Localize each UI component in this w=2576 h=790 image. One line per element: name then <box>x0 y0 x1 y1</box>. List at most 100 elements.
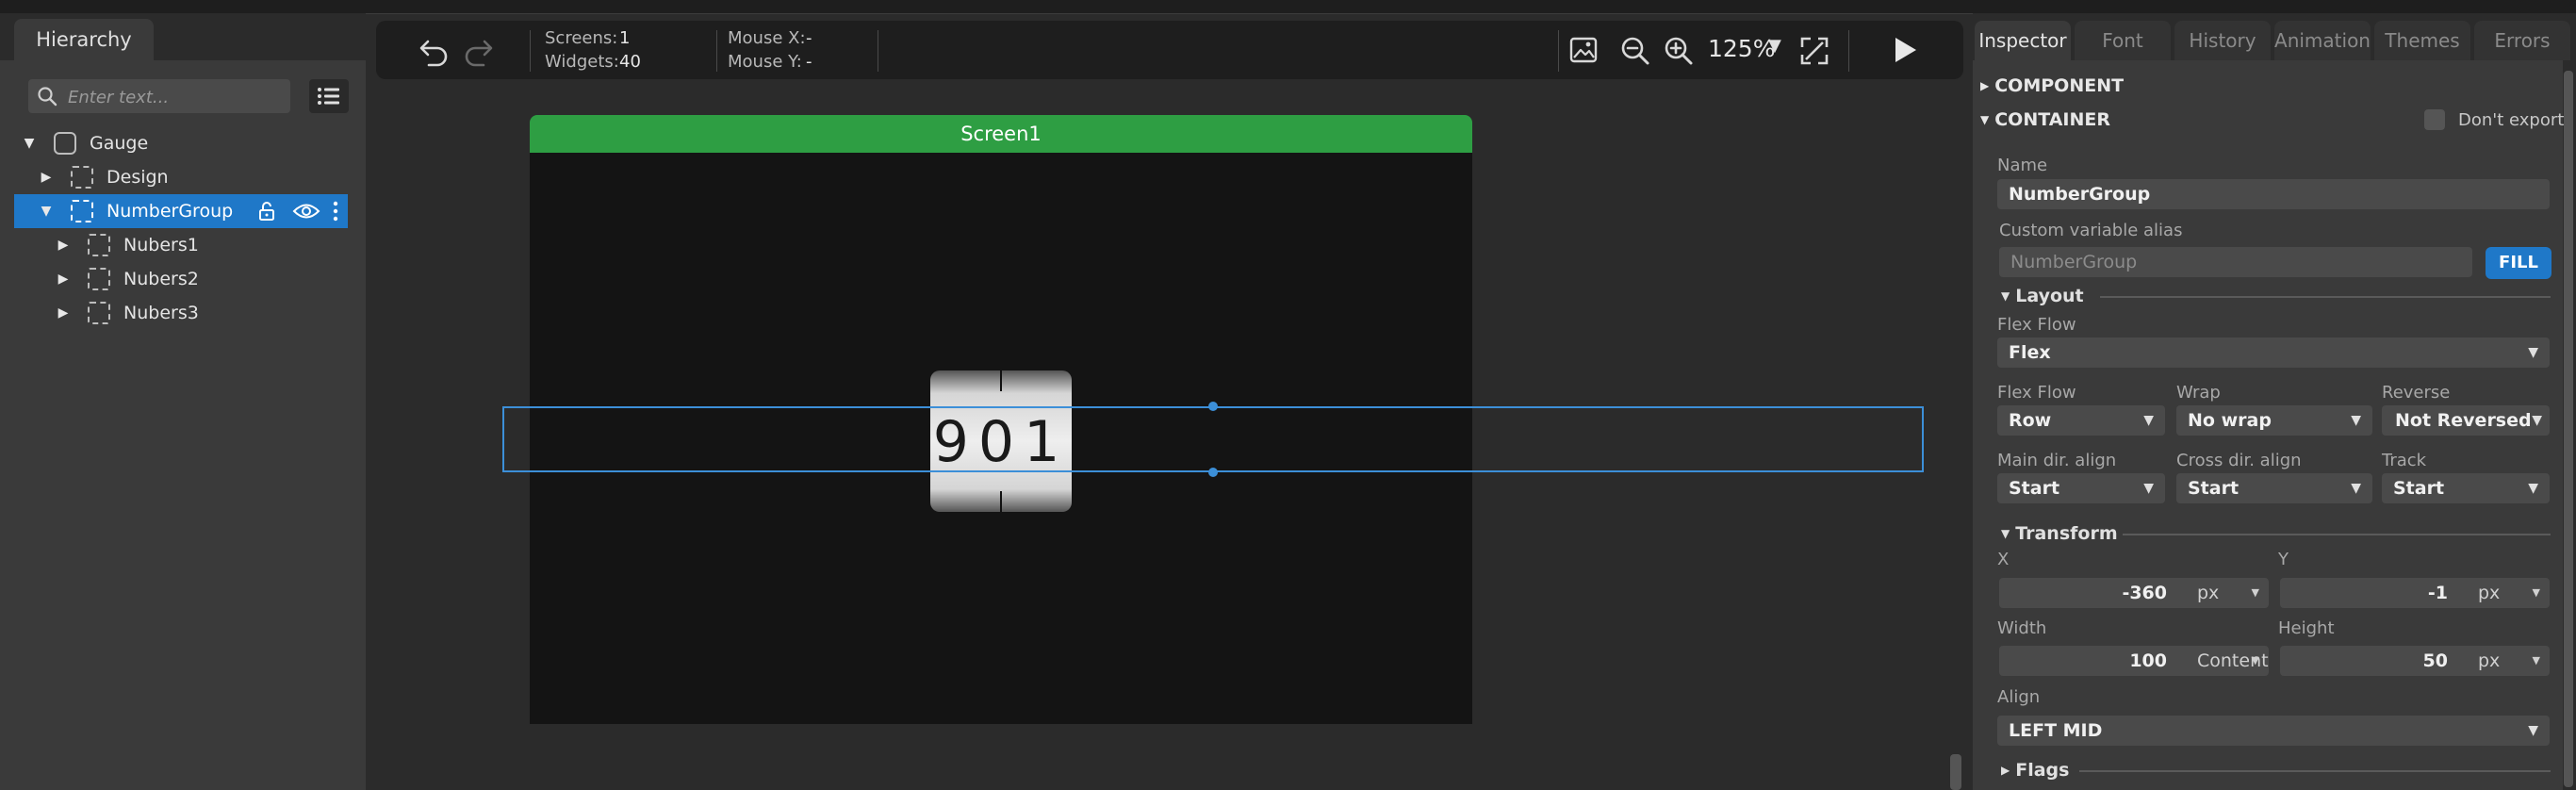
wrap-select[interactable]: No wrap ▼ <box>2176 405 2372 436</box>
section-divider <box>2100 296 2551 298</box>
cross-align-label: Cross dir. align <box>2176 451 2302 470</box>
track-label: Track <box>2382 451 2427 470</box>
height-input[interactable]: 50 px ▼ <box>2280 646 2550 676</box>
tree-item-nubers1[interactable]: ▶ Nubers1 <box>14 228 348 262</box>
list-view-button[interactable] <box>309 79 349 113</box>
resize-handle-top[interactable] <box>1208 402 1218 411</box>
zoom-in-icon[interactable] <box>1662 34 1696 68</box>
tree-item-nubers2[interactable]: ▶ Nubers2 <box>14 262 348 296</box>
tab-themes[interactable]: Themes <box>2374 21 2470 60</box>
select-value: Start <box>2009 478 2060 499</box>
y-input[interactable]: -1 px ▼ <box>2280 578 2550 608</box>
tree-item-nubers3[interactable]: ▶ Nubers3 <box>14 296 348 330</box>
expand-arrow-icon[interactable]: ▼ <box>20 126 39 160</box>
section-title: Transform <box>2015 523 2118 544</box>
zoom-dropdown-icon[interactable]: ▼ <box>1768 36 1781 56</box>
zoom-out-icon[interactable] <box>1618 34 1652 68</box>
name-field[interactable]: NumberGroup <box>1997 179 2550 209</box>
container-section-header[interactable]: ▼ CONTAINER <box>1980 109 2110 130</box>
chevron-down-icon: ▼ <box>2532 654 2540 667</box>
select-value: LEFT MID <box>2009 720 2103 741</box>
screen-icon <box>54 132 76 155</box>
tab-history[interactable]: History <box>2174 21 2271 60</box>
main-align-select[interactable]: Start ▼ <box>1997 473 2165 503</box>
zoom-level[interactable]: 125% <box>1708 35 1775 62</box>
tree-item-gauge[interactable]: ▼ Gauge <box>14 126 348 160</box>
unit-select[interactable]: px <box>2478 578 2500 608</box>
flex-flow-select[interactable]: Flex ▼ <box>1997 337 2550 368</box>
tab-hierarchy[interactable]: Hierarchy <box>14 19 154 60</box>
chevron-down-icon: ▼ <box>2143 413 2154 428</box>
more-vertical-icon[interactable] <box>331 200 340 222</box>
width-input[interactable]: 100 Content ▼ <box>1999 646 2269 676</box>
inspector-scrollbar[interactable] <box>2564 71 2573 787</box>
widgets-label: Widgets: <box>545 52 619 72</box>
hierarchy-panel: Hierarchy ▼ Gauge ▶ Design ▼ NumberGrou <box>0 13 366 790</box>
search-input[interactable] <box>66 79 287 115</box>
container-icon <box>71 200 93 222</box>
tab-errors[interactable]: Errors <box>2474 21 2570 60</box>
redo-icon[interactable] <box>459 32 497 70</box>
unit-select[interactable]: px <box>2478 646 2500 676</box>
layout-section-header[interactable]: ▼ Layout <box>2001 286 2084 306</box>
tree-item-design[interactable]: ▶ Design <box>14 160 348 194</box>
alias-label: Custom variable alias <box>1999 221 2183 240</box>
container-icon <box>71 166 93 189</box>
reverse-select[interactable]: Not Reversed ▼ <box>2382 405 2550 436</box>
flex-direction-select[interactable]: Row ▼ <box>1997 405 2165 436</box>
canvas-scrollbar[interactable] <box>1950 754 1961 790</box>
toolbar-divider <box>1558 30 1559 72</box>
fill-button[interactable]: FILL <box>2486 247 2551 279</box>
tab-font[interactable]: Font <box>2075 21 2171 60</box>
select-value: Flex <box>2009 342 2051 363</box>
unlock-icon[interactable] <box>255 200 278 222</box>
unit-select[interactable]: px <box>2197 578 2219 608</box>
align-select[interactable]: LEFT MID ▼ <box>1997 716 2550 746</box>
component-section-header[interactable]: ▶ COMPONENT <box>1980 75 2124 96</box>
chevron-down-icon: ▼ <box>2251 654 2259 667</box>
collapse-arrow-icon[interactable]: ▶ <box>54 262 73 296</box>
track-select[interactable]: Start ▼ <box>2382 473 2550 503</box>
cross-align-select[interactable]: Start ▼ <box>2176 473 2372 503</box>
image-icon[interactable] <box>1567 34 1600 66</box>
section-divider <box>2123 534 2551 535</box>
width-label: Width <box>1997 618 2047 638</box>
chevron-down-icon: ▼ <box>2351 481 2361 496</box>
eye-icon[interactable] <box>292 200 320 222</box>
input-value: 100 <box>2129 650 2167 671</box>
resize-handle-bottom[interactable] <box>1208 468 1218 477</box>
dont-export-checkbox[interactable] <box>2424 109 2445 130</box>
gauge-tick-bottom <box>1000 491 1002 512</box>
undo-icon[interactable] <box>416 32 453 70</box>
collapse-arrow-icon[interactable]: ▶ <box>37 160 56 194</box>
selection-outline[interactable] <box>502 406 1924 472</box>
tree-item-label: Nubers1 <box>123 235 199 255</box>
collapse-arrow-icon[interactable]: ▶ <box>54 296 73 330</box>
flex-flow-label: Flex Flow <box>1997 315 2076 335</box>
dont-export-label: Don't export <box>2458 110 2565 130</box>
main-align-label: Main dir. align <box>1997 451 2117 470</box>
alias-field[interactable]: NumberGroup <box>1999 247 2472 277</box>
collapse-arrow-icon: ▶ <box>2001 764 2010 777</box>
select-value: Start <box>2393 478 2445 499</box>
screen-header[interactable]: Screen1 <box>530 115 1472 153</box>
hierarchy-tab-strip: Hierarchy <box>0 13 366 60</box>
play-icon[interactable] <box>1887 33 1921 67</box>
list-icon <box>318 88 339 105</box>
container-icon <box>88 234 110 256</box>
x-input[interactable]: -360 px ▼ <box>1999 578 2269 608</box>
tree-item-numbergroup[interactable]: ▼ NumberGroup <box>14 194 348 228</box>
expand-arrow-icon[interactable]: ▼ <box>37 194 56 228</box>
tab-inspector[interactable]: Inspector <box>1975 21 2071 60</box>
tab-animation[interactable]: Animation <box>2274 21 2371 60</box>
collapse-arrow-icon[interactable]: ▶ <box>54 228 73 262</box>
collapse-arrow-icon: ▶ <box>1980 79 1990 92</box>
transform-section-header[interactable]: ▼ Transform <box>2001 523 2118 544</box>
mouse-y-label: Mouse Y: <box>728 52 802 72</box>
flags-section-header[interactable]: ▶ Flags <box>2001 760 2069 781</box>
toolbar-divider <box>716 30 717 72</box>
screens-count: 1 <box>619 28 631 48</box>
align-label: Align <box>1997 687 2041 707</box>
hierarchy-search[interactable] <box>28 79 290 115</box>
fit-screen-icon[interactable] <box>1797 34 1831 68</box>
